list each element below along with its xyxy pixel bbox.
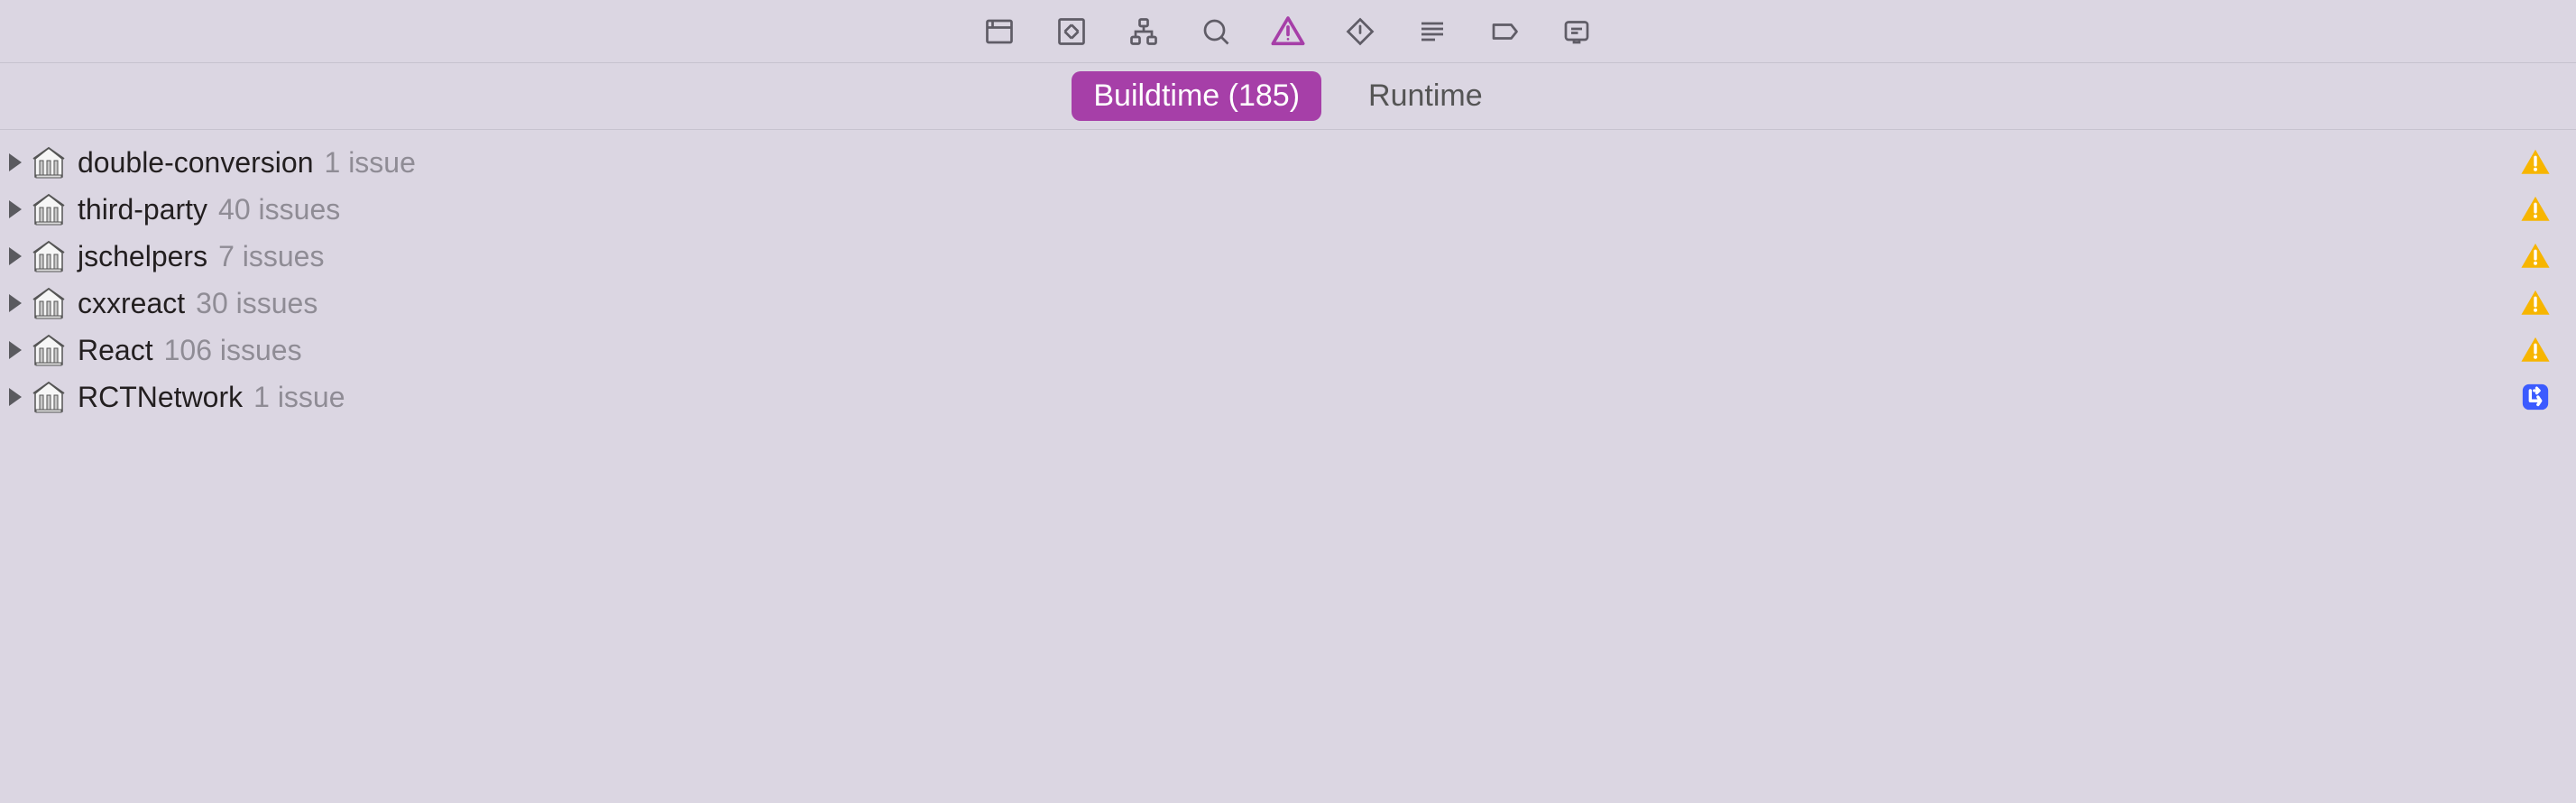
warning-icon: [2520, 241, 2551, 272]
find-navigator-icon[interactable]: [1198, 14, 1234, 50]
warning-icon: [2520, 147, 2551, 178]
framework-icon: [31, 285, 67, 321]
issue-group-name: React: [78, 334, 153, 367]
issue-group-count: 106 issues: [164, 334, 302, 367]
source-control-navigator-icon[interactable]: [1053, 14, 1090, 50]
report-navigator-icon[interactable]: [1559, 14, 1595, 50]
disclosure-triangle-icon[interactable]: [9, 200, 22, 218]
warning-icon: [2520, 194, 2551, 225]
disclosure-triangle-icon[interactable]: [9, 153, 22, 171]
issue-group-name: jschelpers: [78, 240, 207, 273]
framework-icon: [31, 332, 67, 368]
disclosure-triangle-icon[interactable]: [9, 247, 22, 265]
warning-icon: [2520, 288, 2551, 318]
tab-buildtime[interactable]: Buildtime (185): [1072, 71, 1321, 121]
test-navigator-icon[interactable]: [1342, 14, 1378, 50]
disclosure-triangle-icon[interactable]: [9, 388, 22, 406]
disclosure-triangle-icon[interactable]: [9, 294, 22, 312]
debug-navigator-icon[interactable]: [1414, 14, 1450, 50]
framework-icon: [31, 379, 67, 415]
issue-group-row[interactable]: RCTNetwork 1 issue: [0, 374, 2576, 420]
framework-icon: [31, 238, 67, 274]
issue-group-count: 7 issues: [218, 240, 324, 273]
issue-group-row[interactable]: cxxreact 30 issues: [0, 280, 2576, 327]
framework-icon: [31, 191, 67, 227]
issue-group-row[interactable]: jschelpers 7 issues: [0, 233, 2576, 280]
issue-group-count: 40 issues: [218, 193, 340, 226]
warning-icon: [2520, 335, 2551, 365]
symbol-navigator-icon[interactable]: [1126, 14, 1162, 50]
issue-group-name: double-conversion: [78, 146, 314, 180]
issue-group-row[interactable]: third-party 40 issues: [0, 186, 2576, 233]
issue-list: double-conversion 1 issue third-party 40…: [0, 130, 2576, 420]
disclosure-triangle-icon[interactable]: [9, 341, 22, 359]
issue-group-name: cxxreact: [78, 287, 185, 320]
issue-group-row[interactable]: double-conversion 1 issue: [0, 139, 2576, 186]
issue-group-count: 1 issue: [325, 146, 416, 180]
static-analyzer-icon: [2520, 382, 2551, 412]
issue-group-name: third-party: [78, 193, 207, 226]
issue-group-count: 30 issues: [196, 287, 317, 320]
navigator-toolbar: [0, 0, 2576, 63]
issue-navigator-icon[interactable]: [1270, 14, 1306, 50]
breakpoint-navigator-icon[interactable]: [1486, 14, 1523, 50]
issue-group-count: 1 issue: [253, 381, 345, 414]
framework-icon: [31, 144, 67, 180]
issue-group-row[interactable]: React 106 issues: [0, 327, 2576, 374]
tab-runtime[interactable]: Runtime: [1347, 71, 1504, 121]
project-navigator-icon[interactable]: [981, 14, 1017, 50]
issue-scope-tabs: Buildtime (185) Runtime: [0, 63, 2576, 130]
issue-group-name: RCTNetwork: [78, 381, 243, 414]
